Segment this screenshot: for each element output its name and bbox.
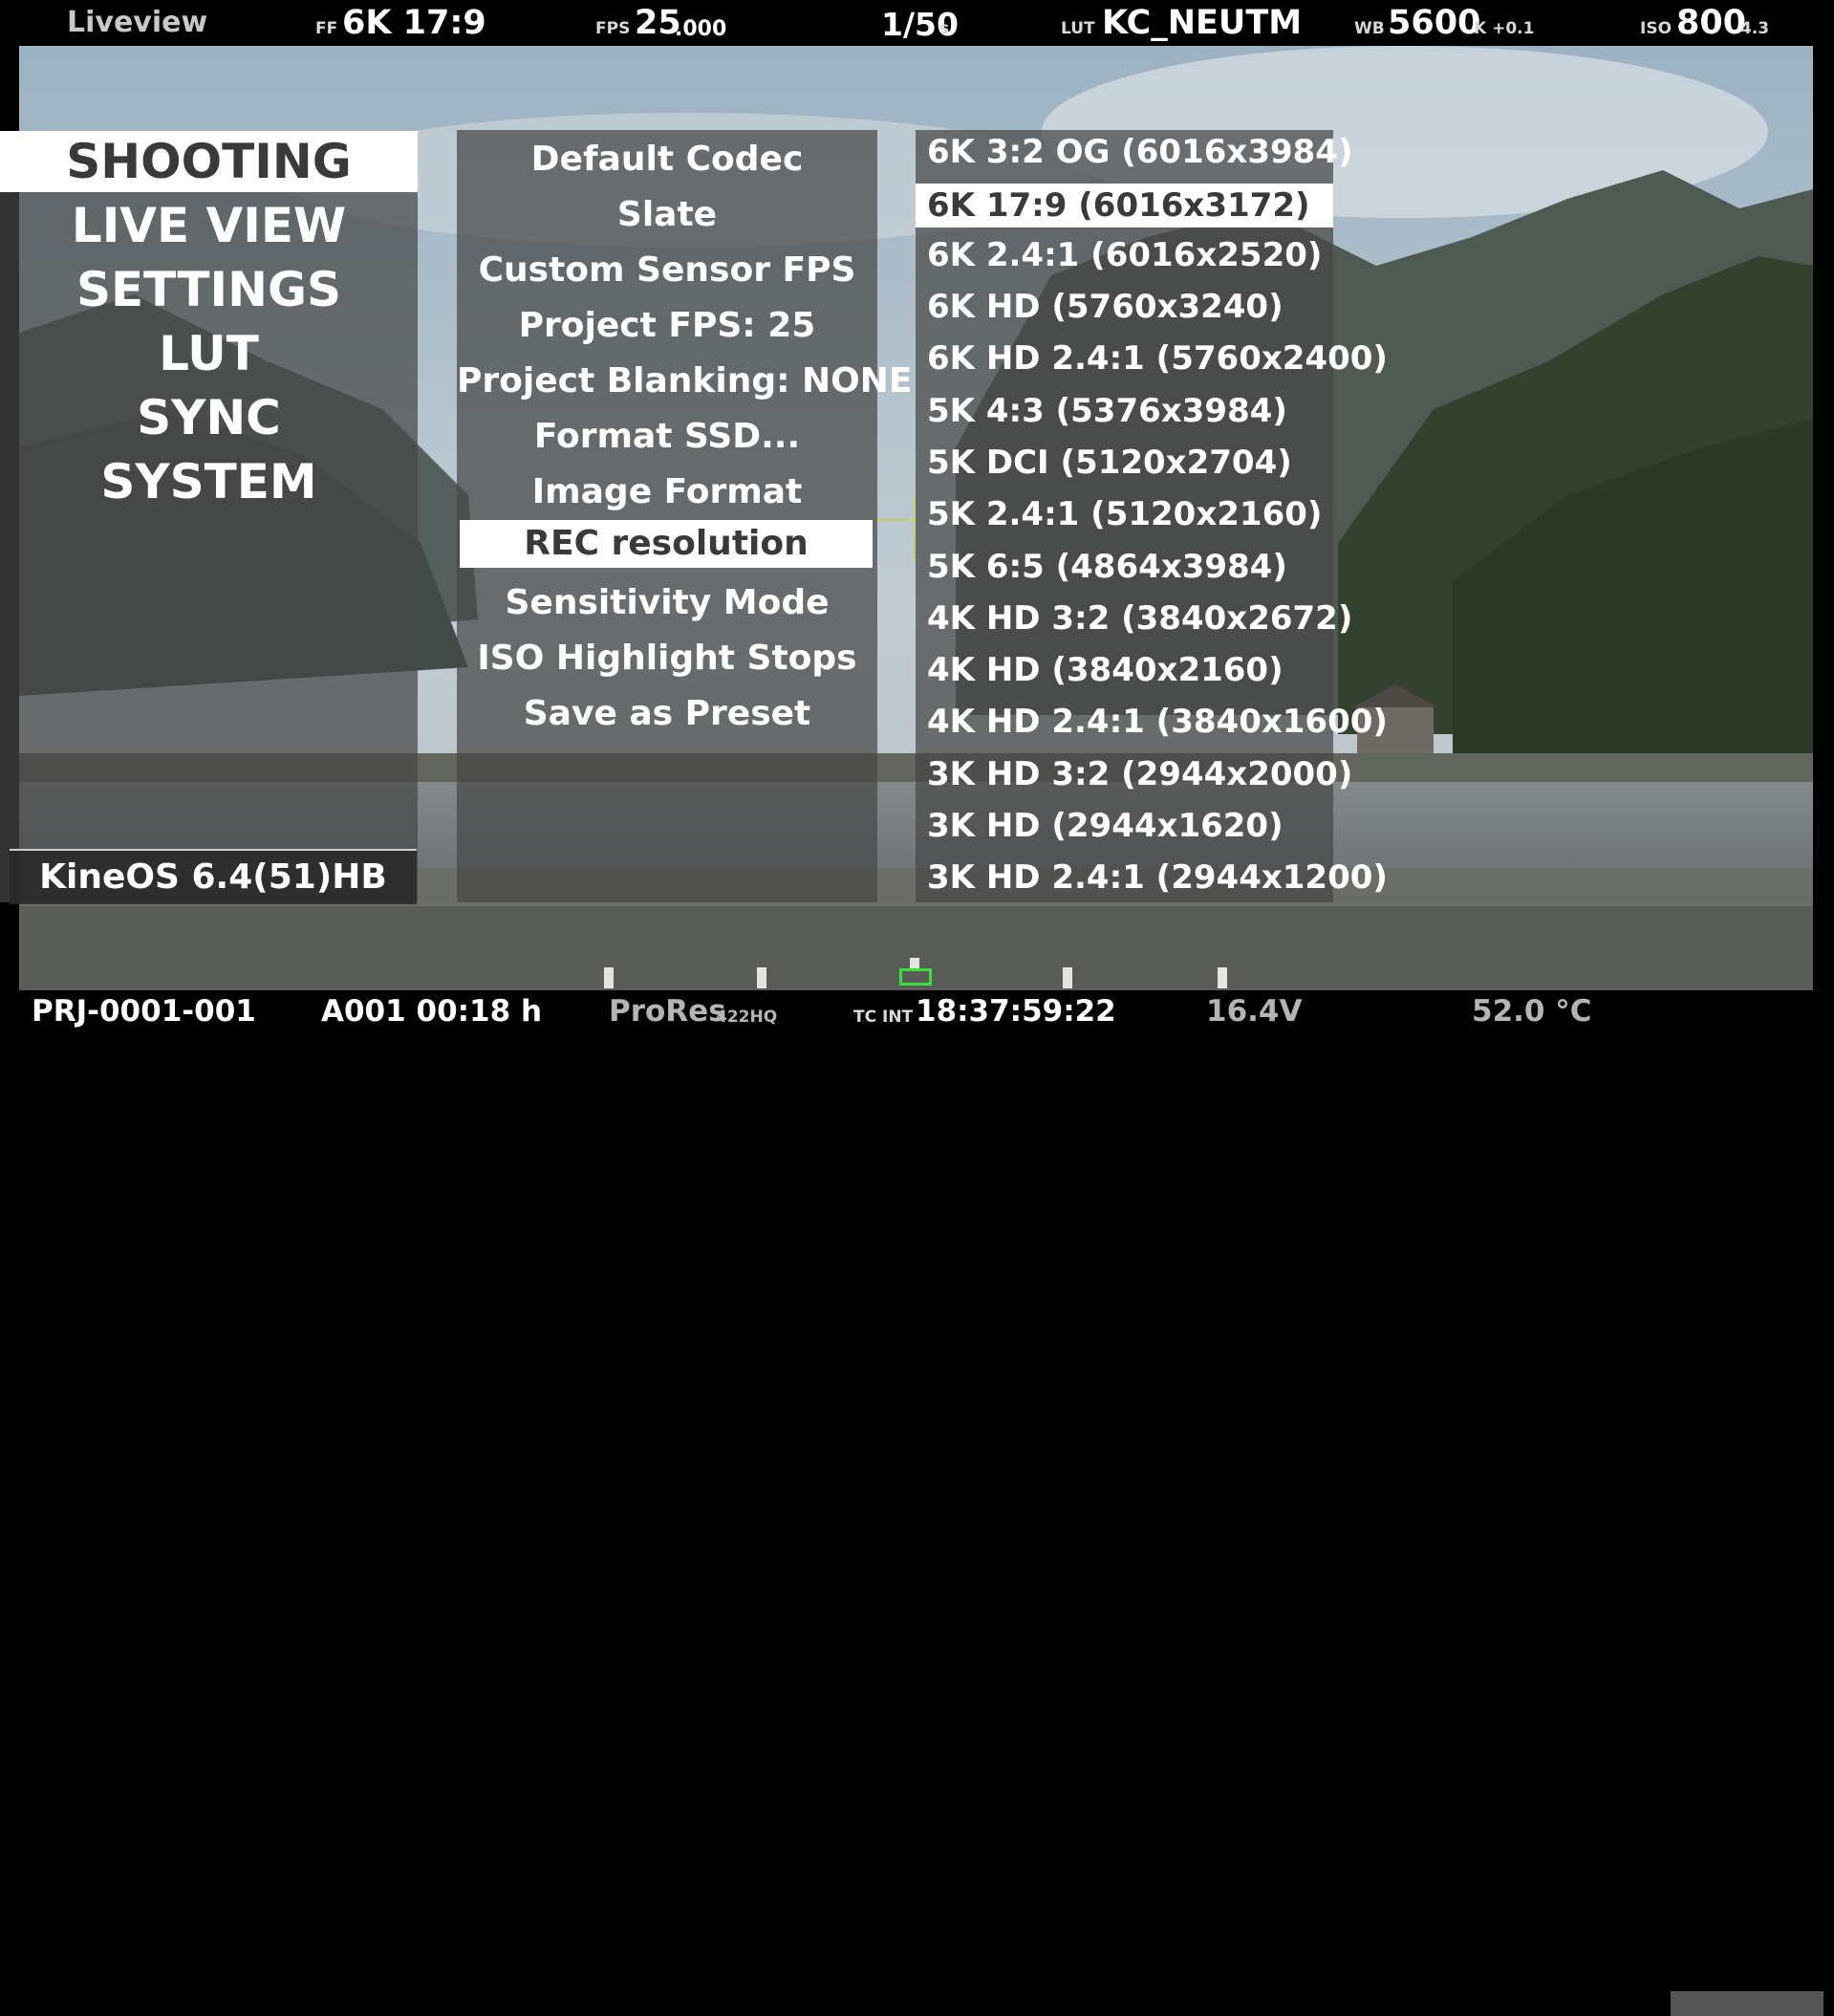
resolution-item[interactable]: 6K 2.4:1 (6016x2520) bbox=[916, 233, 1333, 277]
resolution-item[interactable]: 5K 4:3 (5376x3984) bbox=[916, 389, 1333, 433]
resolution-item[interactable]: 4K HD 2.4:1 (3840x1600) bbox=[916, 700, 1388, 744]
category-lut[interactable]: LUT bbox=[0, 323, 418, 384]
resolution-item[interactable]: 5K 2.4:1 (5120x2160) bbox=[916, 492, 1333, 536]
resolution-item[interactable]: 5K DCI (5120x2704) bbox=[916, 441, 1333, 485]
category-shooting[interactable]: SHOOTING bbox=[0, 131, 418, 192]
resolution-item[interactable]: 6K HD 2.4:1 (5760x2400) bbox=[916, 336, 1388, 380]
category-live-view[interactable]: LIVE VIEW bbox=[0, 195, 418, 256]
level-mark bbox=[1063, 967, 1072, 988]
wb-prefix: WB bbox=[1354, 19, 1385, 38]
category-menu: SHOOTING LIVE VIEW SETTINGS LUT SYNC SYS… bbox=[0, 131, 418, 902]
lut-value: KC_NEUTM bbox=[1102, 4, 1303, 42]
submenu-connector bbox=[877, 519, 916, 521]
options-menu: Default Codec Slate Custom Sensor FPS Pr… bbox=[457, 130, 912, 902]
shutter-unit: s bbox=[939, 19, 950, 38]
fps-decimal: .000 bbox=[675, 17, 727, 41]
option-slate[interactable]: Slate bbox=[457, 191, 877, 239]
timecode-prefix: TC INT bbox=[853, 1008, 914, 1027]
top-status-bar: Liveview FF 6K 17:9 FPS 25 .000 1/50 s L… bbox=[0, 0, 1834, 45]
option-image-format[interactable]: Image Format bbox=[457, 468, 877, 516]
codec-sub: 422HQ bbox=[716, 1008, 778, 1027]
iso-suffix: 4.3 bbox=[1740, 19, 1770, 38]
resolution-item[interactable]: 6K 3:2 OG (6016x3984) bbox=[916, 130, 1353, 174]
wb-value: 5600 bbox=[1388, 4, 1481, 42]
resolution-item[interactable]: 4K HD (3840x2160) bbox=[916, 648, 1333, 692]
resolution-item[interactable]: 6K HD (5760x3240) bbox=[916, 285, 1333, 329]
resolution-item[interactable]: 3K HD 2.4:1 (2944x1200) bbox=[916, 856, 1388, 900]
bottom-status-bar: PRJ-0001-001 A001 00:18 h ProRes 422HQ T… bbox=[0, 990, 1834, 2016]
battery-bar-icon bbox=[1671, 1991, 1823, 2016]
resolution-item-selected[interactable]: 6K 17:9 (6016x3172) bbox=[916, 184, 1333, 228]
level-mark bbox=[1218, 967, 1227, 988]
resolution-list: 6K 3:2 OG (6016x3984) 6K 17:9 (6016x3172… bbox=[916, 130, 1388, 902]
option-format-ssd[interactable]: Format SSD... bbox=[457, 413, 877, 461]
category-settings[interactable]: SETTINGS bbox=[0, 259, 418, 320]
format-prefix: FF bbox=[315, 19, 338, 38]
firmware-version: KineOS 6.4(51)HB bbox=[10, 849, 417, 904]
level-mark bbox=[757, 967, 766, 988]
option-save-as-preset[interactable]: Save as Preset bbox=[457, 690, 877, 738]
lut-prefix: LUT bbox=[1061, 19, 1095, 38]
level-indicator-icon bbox=[899, 968, 932, 986]
level-mark bbox=[604, 967, 614, 988]
mode-label: Liveview bbox=[67, 6, 208, 39]
format-value: 6K 17:9 bbox=[342, 4, 486, 42]
option-rec-resolution[interactable]: REC resolution bbox=[460, 520, 873, 568]
iso-value: 800 bbox=[1676, 4, 1747, 42]
category-sync[interactable]: SYNC bbox=[0, 387, 418, 448]
option-iso-highlight-stops[interactable]: ISO Highlight Stops bbox=[457, 635, 877, 683]
option-sensitivity-mode[interactable]: Sensitivity Mode bbox=[457, 579, 877, 627]
codec-name: ProRes bbox=[609, 994, 726, 1029]
option-project-blanking[interactable]: Project Blanking: NONE bbox=[457, 358, 912, 405]
resolution-item[interactable]: 5K 6:5 (4864x3984) bbox=[916, 545, 1333, 589]
resolution-item[interactable]: 4K HD 3:2 (3840x2672) bbox=[916, 596, 1352, 640]
clip-info: A001 00:18 h bbox=[321, 994, 543, 1029]
option-custom-sensor-fps[interactable]: Custom Sensor FPS bbox=[457, 247, 877, 294]
timecode: 18:37:59:22 bbox=[916, 994, 1116, 1029]
sensor-temperature: 52.0 °C bbox=[1472, 994, 1592, 1029]
resolution-item[interactable]: 3K HD (2944x1620) bbox=[916, 804, 1333, 848]
battery-voltage: 16.4V bbox=[1206, 994, 1303, 1029]
iso-prefix: ISO bbox=[1640, 19, 1672, 38]
fps-prefix: FPS bbox=[595, 19, 631, 38]
option-default-codec[interactable]: Default Codec bbox=[457, 136, 877, 184]
option-project-fps[interactable]: Project FPS: 25 bbox=[457, 302, 877, 350]
wb-suffix: K +0.1 bbox=[1474, 19, 1535, 38]
resolution-item[interactable]: 3K HD 3:2 (2944x2000) bbox=[916, 752, 1352, 796]
project-id: PRJ-0001-001 bbox=[32, 994, 256, 1029]
category-system[interactable]: SYSTEM bbox=[0, 451, 418, 512]
